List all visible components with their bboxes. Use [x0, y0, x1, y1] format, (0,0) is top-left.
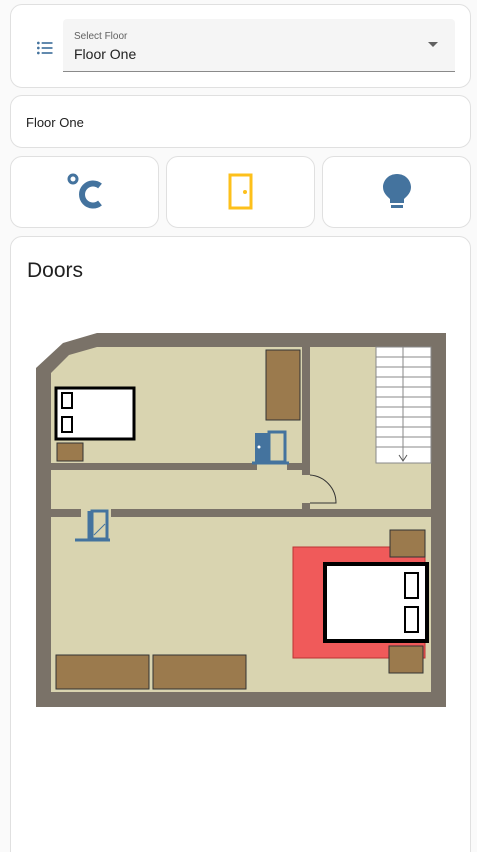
- format-list-bulleted-icon[interactable]: [35, 38, 55, 58]
- nightstand: [388, 645, 424, 674]
- dropdown-arrow-icon: [428, 42, 438, 47]
- floorplan-card: Doors: [10, 236, 471, 852]
- plan-title: Doors: [27, 259, 84, 282]
- floor-select-value: Floor One: [74, 46, 137, 62]
- temperature-button[interactable]: [10, 156, 159, 228]
- doors-button[interactable]: [166, 156, 315, 228]
- stairs: [375, 346, 432, 464]
- celsius-icon: [67, 173, 102, 209]
- pillow: [404, 606, 419, 633]
- room-hallway: [51, 470, 302, 509]
- pillow: [404, 572, 419, 599]
- nightstand: [56, 442, 84, 462]
- wardrobe: [265, 349, 301, 421]
- floor-select-card: Select Floor Floor One: [10, 4, 471, 88]
- door-opening-hallway-right: [302, 475, 310, 503]
- floor-select-dropdown[interactable]: Select Floor Floor One: [63, 19, 455, 72]
- floor-select-label: Select Floor: [74, 31, 128, 42]
- floorplan-image: [36, 333, 446, 707]
- pillow: [61, 416, 73, 433]
- lightbulb-icon: [382, 174, 411, 208]
- dresser: [152, 654, 247, 690]
- door-icon: [228, 173, 252, 210]
- floor-name-card: Floor One: [10, 95, 471, 148]
- dresser: [55, 654, 150, 690]
- pillow: [61, 392, 73, 409]
- lights-button[interactable]: [322, 156, 471, 228]
- floor-name: Floor One: [26, 115, 84, 130]
- nightstand: [389, 529, 426, 558]
